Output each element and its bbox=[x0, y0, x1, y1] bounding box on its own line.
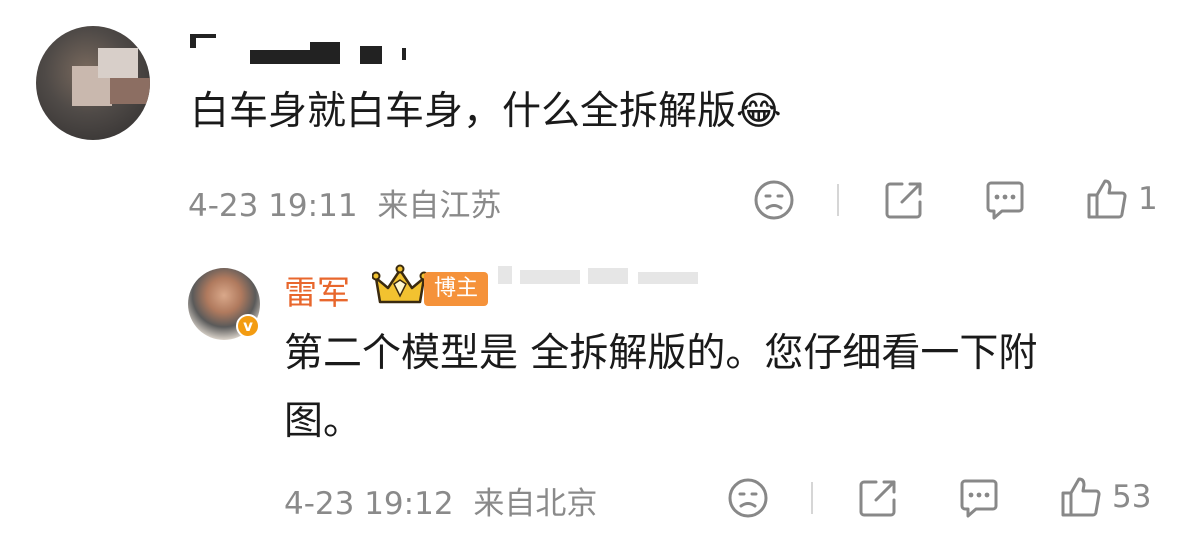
share-icon bbox=[859, 480, 896, 517]
dislike-button[interactable] bbox=[726, 476, 770, 520]
verified-badge: v bbox=[236, 314, 260, 338]
like-button[interactable]: 53 bbox=[1058, 474, 1151, 520]
like-button[interactable]: 1 bbox=[1084, 176, 1158, 222]
commenter-avatar[interactable] bbox=[36, 26, 150, 140]
comment-time: 4-23 19:11 bbox=[188, 188, 358, 224]
commenter-username-redacted[interactable] bbox=[190, 34, 420, 64]
divider bbox=[837, 184, 839, 216]
share-icon bbox=[885, 182, 922, 219]
reply-time: 4-23 19:12 bbox=[284, 486, 454, 522]
share-button[interactable] bbox=[882, 178, 926, 222]
crown-icon bbox=[372, 264, 428, 304]
share-button[interactable] bbox=[856, 476, 900, 520]
reply-button[interactable] bbox=[956, 476, 1002, 520]
divider bbox=[811, 482, 813, 514]
reply-button[interactable] bbox=[982, 178, 1028, 222]
redacted-text bbox=[498, 262, 708, 288]
reply-text-line1: 第二个模型是 全拆解版的。您仔细看一下附 bbox=[284, 331, 1038, 376]
reply-timestamp: 4-23 19:12 来自北京 bbox=[284, 478, 597, 523]
reply-text-line2: 图。 bbox=[284, 399, 363, 444]
reply-author-name[interactable]: 雷军 bbox=[284, 266, 350, 314]
like-count: 1 bbox=[1138, 181, 1158, 217]
comment-icon bbox=[986, 181, 1024, 220]
comment-text: 白车身就白车身，什么全拆解版😂 bbox=[190, 89, 782, 134]
like-icon bbox=[1061, 477, 1101, 517]
sad-face-icon bbox=[728, 478, 768, 518]
like-icon bbox=[1087, 179, 1127, 219]
avatar-mosaic-block bbox=[110, 78, 150, 104]
comment-location: 来自江苏 bbox=[377, 188, 502, 224]
role-badge: 博主 bbox=[424, 272, 489, 306]
reply-location: 来自北京 bbox=[473, 486, 598, 522]
avatar-mosaic-block bbox=[98, 48, 138, 78]
like-count: 53 bbox=[1112, 479, 1152, 515]
comment-timestamp: 4-23 19:11 来自江苏 bbox=[188, 180, 501, 225]
comment-icon bbox=[960, 479, 998, 518]
dislike-button[interactable] bbox=[752, 178, 796, 222]
sad-face-icon bbox=[754, 180, 794, 220]
